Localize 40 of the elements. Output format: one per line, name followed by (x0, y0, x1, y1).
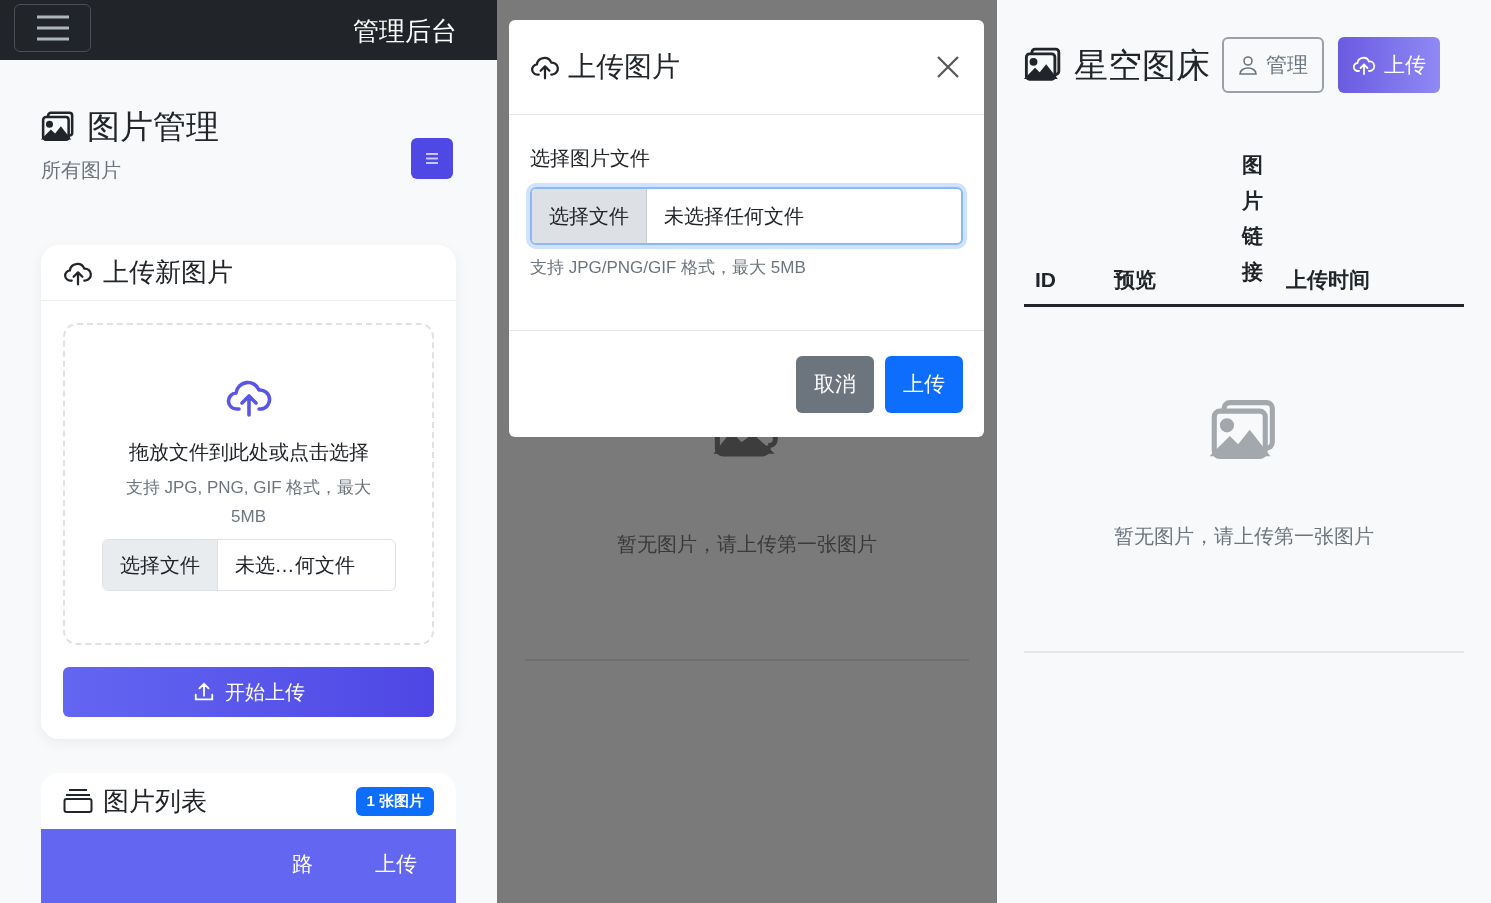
modal-title: 上传图片 (568, 50, 680, 84)
dropzone-text: 拖放文件到此处或点击选择 (128, 440, 369, 466)
field-label: 选择图片文件 (530, 146, 651, 171)
menu-icon (34, 14, 71, 42)
choose-file-button[interactable]: 选择文件 (102, 540, 218, 591)
empty-state-text: 暂无图片，请上传第一张图片 (617, 532, 877, 557)
card-title: 图片列表 (103, 784, 207, 818)
menu-toggle-button[interactable] (14, 4, 91, 52)
empty-state-text: 暂无图片，请上传第一张图片 (1114, 523, 1374, 549)
choose-file-button[interactable]: 选择文件 (532, 189, 647, 243)
page-subtitle: 所有图片 (41, 158, 122, 184)
dropzone[interactable]: 拖放文件到此处或点击选择 支持 JPG, PNG, GIF 格式，最大 5MB 选择文件 未选…何文件 (63, 323, 434, 646)
upload-button[interactable]: 上传 (885, 355, 963, 413)
cancel-button[interactable]: 取消 (796, 355, 874, 413)
collection-icon (63, 788, 93, 815)
column-header: 上传时间 (1286, 268, 1370, 290)
file-input[interactable]: 选择文件 未选…何文件 (101, 539, 396, 592)
images-icon (1024, 47, 1062, 83)
card-title: 上传新图片 (103, 256, 233, 290)
file-name: 未选…何文件 (233, 553, 356, 579)
column-header: 预览 (1114, 268, 1157, 290)
person-icon (1238, 55, 1258, 75)
start-upload-button[interactable]: 开始上传 (63, 667, 434, 718)
manage-button[interactable]: 管理 (1222, 37, 1324, 93)
dropzone-hint: 支持 JPG, PNG, GIF 格式，最大 5MB (124, 477, 373, 529)
navbar-title: 管理后台 (353, 18, 457, 44)
upload-button[interactable]: 上传 (1338, 37, 1440, 93)
column-header: 上传 (375, 853, 417, 875)
image-count-badge: 1 张图片 (356, 787, 434, 816)
file-name: 未选择任何文件 (663, 204, 805, 229)
brand-name: 星空图床 (1074, 48, 1210, 82)
menu-icon (425, 153, 439, 165)
close-icon (936, 55, 960, 79)
column-header: 图片链接 (1242, 152, 1263, 286)
column-header: ID (1035, 268, 1057, 290)
field-hint: 支持 JPG/PNG/GIF 格式，最大 5MB (530, 257, 807, 279)
column-header: 路 (292, 853, 313, 875)
images-icon (41, 110, 75, 143)
page-title: 图片管理 (87, 107, 219, 147)
list-toggle-button[interactable] (411, 138, 453, 180)
